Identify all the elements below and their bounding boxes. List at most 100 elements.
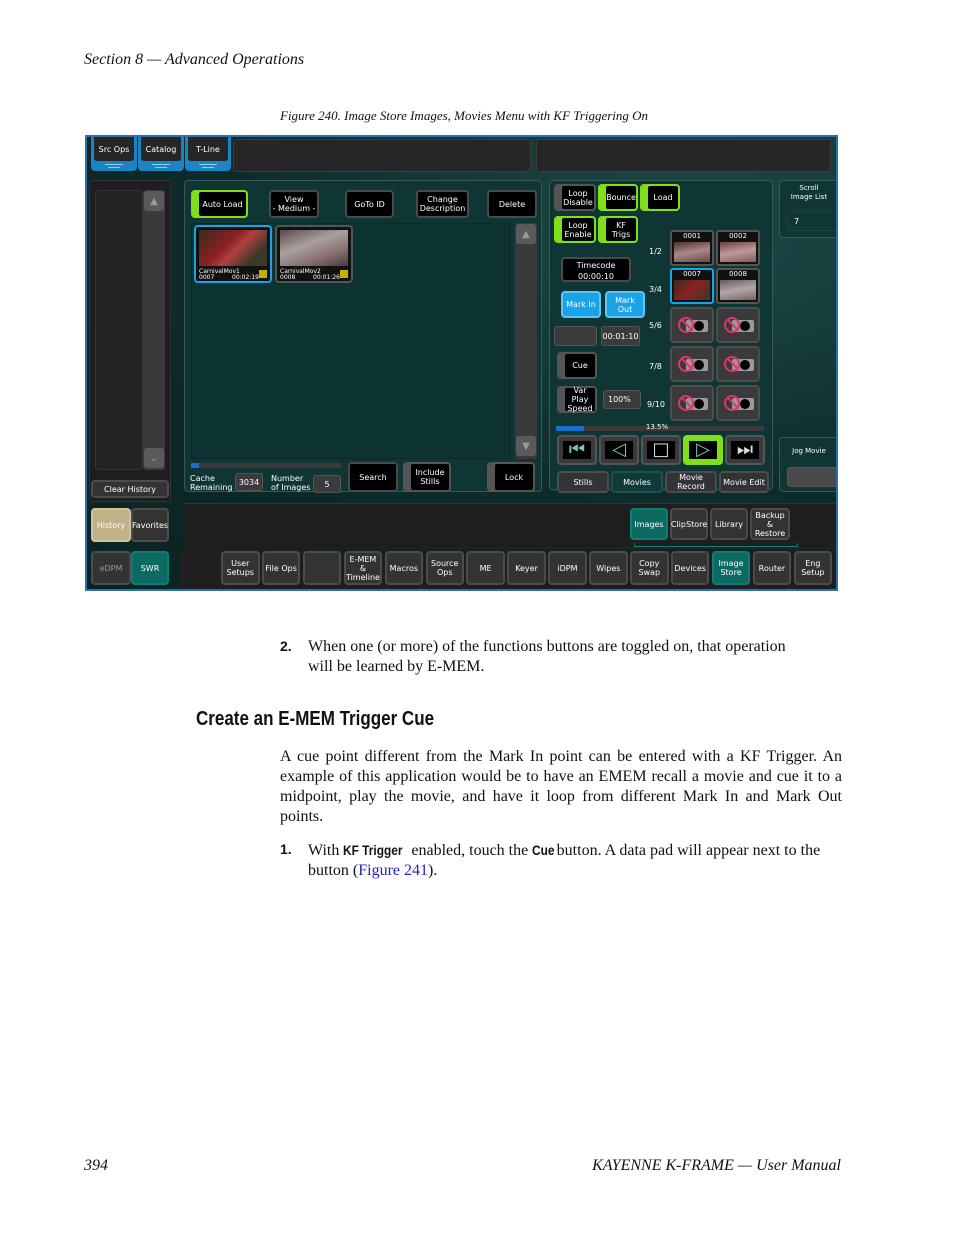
play-forward-button[interactable]: ▷	[683, 435, 723, 465]
lock-button[interactable]: Lock	[487, 462, 535, 492]
menu-file-ops[interactable]: File Ops	[261, 551, 301, 585]
subtab-images[interactable]: Images	[630, 508, 668, 540]
menu-me[interactable]: ME	[466, 551, 505, 585]
status-box-right	[536, 139, 831, 172]
goto-id-button[interactable]: GoTo ID	[345, 190, 394, 218]
figure-241-link[interactable]: Figure 241	[358, 862, 428, 879]
empty-channel-slot[interactable]	[670, 385, 714, 421]
load-button[interactable]: Load	[640, 184, 680, 211]
go-to-end-button[interactable]: ⏭	[725, 435, 765, 465]
mark-in-value	[554, 326, 597, 346]
scroll-up-arrow-icon[interactable]: ▲	[516, 224, 536, 244]
thumbnail-carnivalmov1[interactable]: CarnivalMov1 0007 00:02:19	[194, 225, 272, 283]
scroll-down-arrow-icon[interactable]: ⌄	[144, 448, 164, 468]
edpm-button[interactable]: eDPM	[91, 551, 131, 585]
change-description-button[interactable]: Change Description	[416, 190, 469, 218]
stop-button[interactable]: □	[641, 435, 681, 465]
tab-movies[interactable]: Movies	[611, 471, 663, 493]
scroll-up-arrow-icon[interactable]: ▲	[144, 191, 164, 211]
menu-router[interactable]: Router	[752, 551, 792, 585]
rewind-to-start-icon: ⏮	[568, 439, 586, 460]
menu-devices[interactable]: Devices	[670, 551, 710, 585]
thumbnail-duration: 00:01:26	[313, 274, 340, 281]
menu-keyer[interactable]: Keyer	[507, 551, 546, 585]
view-medium-button[interactable]: View - Medium -	[269, 190, 319, 218]
empty-channel-slot[interactable]	[716, 307, 760, 343]
subtab-backup-restore[interactable]: Backup & Restore	[750, 508, 790, 540]
channel-slot-0007[interactable]: 0007	[670, 268, 714, 304]
menu-user-setups[interactable]: User Setups	[221, 551, 260, 585]
thumbnail-carnivalmov2[interactable]: CarnivalMov2 0008 00:01:26	[275, 225, 353, 283]
clear-history-button[interactable]: Clear History	[91, 480, 169, 498]
no-image-icon	[724, 356, 740, 372]
loop-disable-button[interactable]: Loop Disable	[554, 184, 596, 211]
kf-trigs-button[interactable]: KF Trigs	[598, 216, 638, 243]
auto-load-button[interactable]: Auto Load	[191, 190, 248, 218]
number-of-images-label: Number of Images	[271, 474, 311, 492]
search-button[interactable]: Search	[348, 462, 398, 492]
menu-source-ops[interactable]: Source Ops	[425, 551, 464, 585]
loop-enable-button[interactable]: Loop Enable	[554, 216, 596, 243]
image-grid-scrollbar[interactable]	[515, 223, 537, 459]
thumbnail-image	[199, 230, 267, 266]
tab-src-ops[interactable]: Src Ops	[91, 137, 137, 171]
play-reverse-button[interactable]: ◁	[599, 435, 639, 465]
mark-out-button[interactable]: Mark Out	[605, 291, 645, 318]
scroll-down-arrow-icon[interactable]: ▼	[516, 436, 536, 456]
step-2-text: When one (or more) of the functions butt…	[308, 638, 786, 675]
go-to-end-icon: ⏭	[736, 439, 754, 460]
channel-slot-0002[interactable]: 0002	[716, 230, 760, 266]
timecode-display[interactable]: Timecode 00:00:10	[561, 257, 631, 282]
step-number: 1.	[280, 841, 292, 857]
keyframe-icon	[259, 270, 267, 278]
no-image-icon	[724, 395, 740, 411]
cache-remaining-label: Cache Remaining	[190, 474, 233, 492]
empty-channel-slot[interactable]	[670, 346, 714, 382]
tab-catalog[interactable]: Catalog	[138, 137, 184, 171]
menu-idpm[interactable]: iDPM	[548, 551, 587, 585]
menu-wipes[interactable]: Wipes	[589, 551, 628, 585]
cue-button[interactable]: Cue	[557, 352, 597, 379]
include-stills-button[interactable]: Include Stills	[403, 462, 451, 492]
tab-stills[interactable]: Stills	[557, 471, 609, 493]
subtab-clipstore[interactable]: ClipStore	[670, 508, 708, 540]
bounce-button[interactable]: Bounce	[598, 184, 638, 211]
tab-movie-record[interactable]: Movie Record	[665, 471, 717, 493]
swr-button[interactable]: SWR	[131, 551, 169, 585]
favorites-button[interactable]: Favorites	[131, 508, 169, 542]
delete-button[interactable]: Delete	[487, 190, 537, 218]
thumbnail-duration: 00:02:19	[232, 274, 259, 281]
tab-t-line[interactable]: T-Line	[185, 137, 231, 171]
var-play-speed-button[interactable]: Var Play Speed	[557, 386, 597, 413]
rewind-to-start-button[interactable]: ⏮	[557, 435, 597, 465]
channel-label: 3/4	[649, 285, 662, 294]
stop-icon: □	[652, 439, 670, 460]
play-reverse-icon: ◁	[612, 439, 626, 460]
mark-in-button[interactable]: Mark In	[561, 291, 601, 318]
cache-bar-fill	[191, 463, 199, 468]
tab-movie-edit[interactable]: Movie Edit	[719, 471, 769, 493]
menu-copy-swap[interactable]: Copy Swap	[630, 551, 669, 585]
step-1-text: With KF Trigger enabled, touch the Cue b…	[308, 842, 821, 879]
channel-slot-0008[interactable]: 0008	[716, 268, 760, 304]
kf-trigger-term: KF Trigger	[343, 842, 403, 858]
movie-progress-fill	[556, 426, 585, 431]
scroll-image-list-input[interactable]: 7	[787, 211, 836, 231]
history-list[interactable]	[95, 190, 143, 470]
empty-channel-slot[interactable]	[716, 346, 760, 382]
history-scrollbar[interactable]	[143, 190, 165, 470]
jog-movie-knob[interactable]	[787, 467, 836, 487]
empty-channel-slot[interactable]	[670, 307, 714, 343]
menu-macros[interactable]: Macros	[384, 551, 424, 585]
menu-e-mem-timeline[interactable]: E-MEM & Timeline	[343, 551, 383, 585]
menu-image-store[interactable]: Image Store	[711, 551, 751, 585]
section-heading: Create an E-MEM Trigger Cue	[196, 708, 435, 730]
subtab-library[interactable]: Library	[710, 508, 748, 540]
menu-blank[interactable]	[302, 551, 342, 585]
play-forward-icon: ▷	[696, 439, 710, 460]
body-paragraph: A cue point different from the Mark In p…	[280, 748, 842, 825]
menu-eng-setup[interactable]: Eng Setup	[793, 551, 833, 585]
channel-slot-0001[interactable]: 0001	[670, 230, 714, 266]
history-button[interactable]: History	[91, 508, 131, 542]
empty-channel-slot[interactable]	[716, 385, 760, 421]
